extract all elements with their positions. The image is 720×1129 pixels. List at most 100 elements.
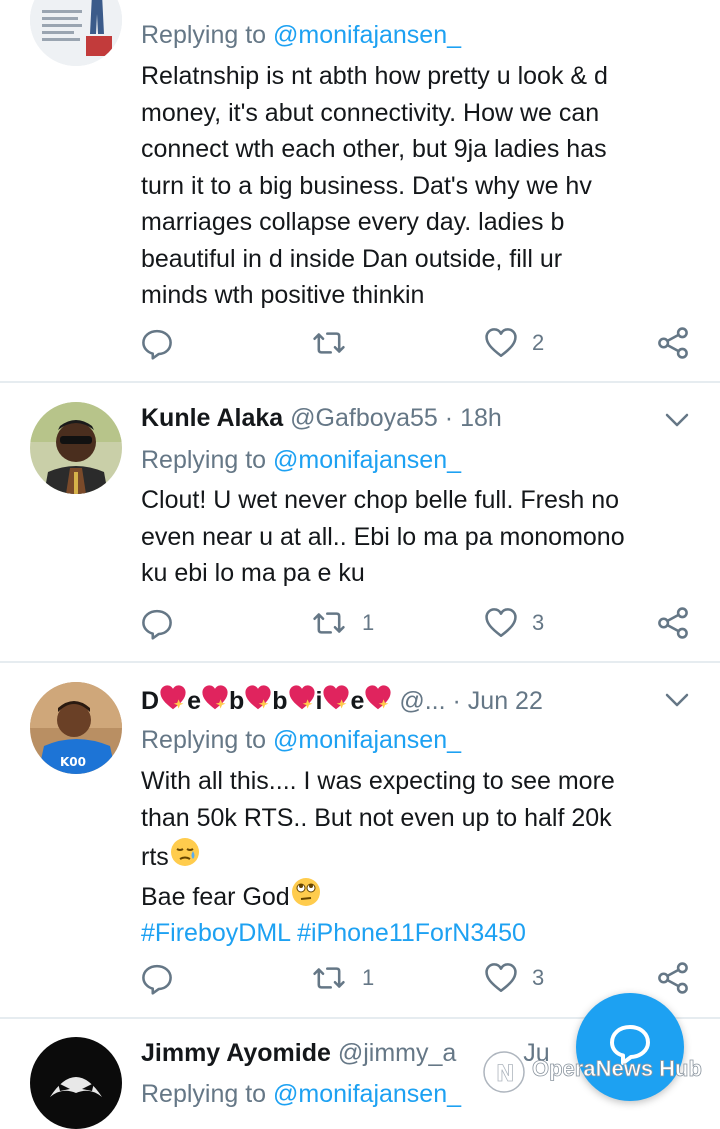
tweet-text-line: ku ebi lo ma pa e ku: [141, 559, 365, 587]
share-button[interactable]: [656, 326, 690, 360]
tweet-text: With all this.... I was expecting to see…: [141, 763, 701, 952]
tweet-time[interactable]: 18h: [460, 404, 502, 432]
tweet-text-line: marriages collapse every day. ladies b: [141, 208, 565, 236]
user-handle[interactable]: @Gafboya55: [290, 404, 438, 432]
like-icon: [484, 606, 518, 640]
tweet-text-line: minds wth positive thinkin: [141, 281, 425, 309]
heart-sparkle-emoji-icon: [322, 684, 350, 712]
name-letter: D: [141, 687, 160, 715]
tweet-text-line: Bae fear God: [141, 876, 701, 916]
eye-roll-emoji-icon: [291, 877, 320, 906]
replying-to: Replying to @monifajansen_: [141, 21, 461, 50]
replying-to: Replying to @monifajansen_: [141, 1080, 461, 1109]
svg-text:N: N: [496, 1062, 514, 1087]
retweet-button[interactable]: 1: [310, 606, 374, 640]
user-handle[interactable]: @...: [399, 687, 445, 715]
reply-button[interactable]: [140, 606, 174, 640]
display-name[interactable]: Jimmy Ayomide: [141, 1039, 331, 1067]
retweet-count: 1: [362, 610, 375, 635]
mention-link[interactable]: @monifajansen_: [273, 446, 461, 474]
crying-face-emoji-icon: [170, 838, 199, 866]
replying-to: Replying to @monifajansen_: [141, 726, 461, 755]
like-icon: [484, 961, 518, 995]
separator-dot: ·: [444, 404, 454, 432]
tweet-text-fragment: rts: [141, 843, 169, 871]
replying-to-label: Replying to: [141, 726, 267, 754]
replying-to-label: Replying to: [141, 21, 267, 49]
share-button[interactable]: [656, 961, 690, 995]
chevron-down-icon[interactable]: [664, 690, 690, 710]
divider: [0, 661, 720, 663]
user-handle[interactable]: @jimmy_a: [338, 1039, 456, 1067]
heart-sparkle-emoji-icon: [201, 684, 229, 712]
retweet-button[interactable]: 1: [310, 961, 374, 995]
like-button[interactable]: 3: [484, 961, 544, 995]
tweet-header: Kunle Alaka @Gafboya55 · 18h: [141, 404, 502, 433]
tweet-text-line: money, it's abut connectivity. How we ca…: [141, 98, 600, 127]
like-button[interactable]: 2: [484, 326, 544, 360]
tweet-text-line: turn it to a big business. Dat's why we …: [141, 171, 592, 200]
share-icon: [656, 606, 690, 640]
like-count: 3: [532, 610, 545, 635]
avatar[interactable]: K00: [30, 682, 122, 774]
tweet-header: Debbie @... · Jun 22: [141, 684, 543, 716]
avatar[interactable]: [30, 402, 122, 494]
tweet-text: Clout! U wet never chop belle full. Fres…: [141, 482, 701, 592]
divider: [0, 381, 720, 383]
mention-link[interactable]: @monifajansen_: [273, 1080, 461, 1108]
reply-button[interactable]: [140, 961, 174, 995]
like-count: 3: [532, 965, 545, 990]
share-button[interactable]: [656, 606, 690, 640]
share-icon: [656, 326, 690, 360]
heart-sparkle-emoji-icon: [244, 684, 272, 712]
tweet-actions: 2: [0, 326, 720, 366]
display-name[interactable]: Kunle Alaka: [141, 404, 283, 432]
heart-sparkle-emoji-icon: [159, 684, 187, 712]
tweet-text-line: Clout! U wet never chop belle full. Fres…: [141, 486, 620, 514]
tweet-text-line: even near u at all.. Ebi lo ma pa monomo…: [141, 522, 625, 551]
mention-link[interactable]: @monifajansen_: [273, 21, 461, 49]
retweet-button[interactable]: [310, 326, 362, 360]
tweet-text-fragment: Bae fear God: [141, 882, 290, 911]
watermark-text: OperaNews Hub: [532, 1056, 703, 1082]
avatar[interactable]: [30, 0, 122, 66]
tweet-text-line: beautiful in d inside Dan outside, fill …: [141, 244, 563, 273]
reply-icon: [140, 961, 174, 995]
name-letter: b: [272, 687, 288, 715]
tweet-text: Relatnship is nt abth how pretty u look …: [141, 58, 701, 314]
display-name[interactable]: Debbie: [141, 687, 399, 715]
name-letter: i: [315, 687, 323, 715]
tweet-header: [141, 0, 148, 11]
tweet-text-line: rts: [141, 836, 701, 876]
reply-button[interactable]: [140, 326, 174, 360]
hashtag-link[interactable]: #FireboyDML: [141, 919, 290, 947]
tweet-text-line: With all this.... I was expecting to see…: [141, 767, 615, 795]
like-icon: [484, 326, 518, 360]
retweet-icon: [310, 961, 348, 995]
tweet-actions: 1 3: [0, 606, 720, 646]
separator-dot: ·: [452, 687, 461, 715]
share-icon: [656, 961, 690, 995]
mention-link[interactable]: @monifajansen_: [273, 726, 461, 754]
name-letter: e: [350, 687, 365, 715]
tweet-text-line: than 50k RTS.. But not even up to half 2…: [141, 803, 612, 832]
tweet-text-line: Relatnship is nt abth how pretty u look …: [141, 62, 608, 90]
replying-to-label: Replying to: [141, 1080, 267, 1108]
watermark: N OperaNews Hub: [470, 1040, 720, 1100]
name-letter: b: [228, 687, 245, 715]
heart-sparkle-emoji-icon: [288, 684, 316, 712]
reply-icon: [140, 606, 174, 640]
reply-icon: [140, 326, 174, 360]
tweet-text-line: connect wth each other, but 9ja ladies h…: [141, 135, 607, 163]
like-button[interactable]: 3: [484, 606, 544, 640]
svg-text:K00: K00: [60, 755, 86, 769]
chevron-down-icon[interactable]: [664, 410, 690, 430]
replying-to: Replying to @monifajansen_: [141, 446, 461, 475]
tweet-text-line: #FireboyDML #iPhone11ForN3450: [141, 915, 701, 952]
heart-sparkle-emoji-icon: [364, 684, 392, 712]
tweet-time[interactable]: Jun 22: [468, 687, 543, 715]
avatar[interactable]: [30, 1037, 122, 1129]
name-letter: e: [187, 687, 201, 715]
like-count: 2: [532, 330, 545, 355]
hashtag-link[interactable]: #iPhone11ForN3450: [297, 919, 526, 947]
